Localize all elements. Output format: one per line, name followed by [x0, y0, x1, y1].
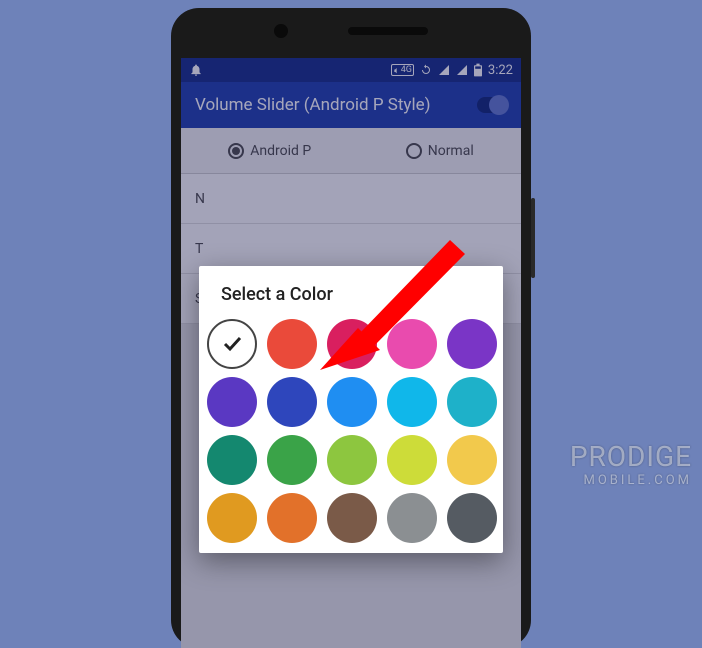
speaker-grille	[348, 27, 428, 35]
watermark-main: PRODIGE	[570, 440, 692, 473]
color-swatch[interactable]	[387, 377, 437, 427]
color-swatch[interactable]	[327, 435, 377, 485]
color-swatch[interactable]	[267, 493, 317, 543]
color-swatch[interactable]	[447, 377, 497, 427]
color-swatch[interactable]	[447, 493, 497, 543]
color-grid	[213, 319, 493, 553]
color-swatch[interactable]	[207, 493, 257, 543]
color-swatch[interactable]	[387, 319, 437, 369]
check-icon	[220, 332, 244, 356]
color-swatch[interactable]	[327, 493, 377, 543]
watermark: PRODIGE MOBILE.COM	[570, 440, 692, 488]
screen: 4G 3:22 Volume Slider (Android P Style) …	[181, 58, 521, 648]
color-swatch[interactable]	[207, 377, 257, 427]
color-swatch[interactable]	[207, 319, 257, 369]
phone-notch	[171, 24, 531, 38]
color-swatch[interactable]	[327, 319, 377, 369]
color-swatch[interactable]	[387, 435, 437, 485]
color-swatch[interactable]	[267, 319, 317, 369]
color-swatch[interactable]	[327, 377, 377, 427]
phone-side-button	[531, 198, 535, 278]
camera-dot	[274, 24, 288, 38]
color-swatch[interactable]	[387, 493, 437, 543]
watermark-sub: MOBILE.COM	[570, 473, 692, 488]
color-picker-dialog: Select a Color	[199, 266, 503, 553]
color-swatch[interactable]	[267, 377, 317, 427]
color-swatch[interactable]	[447, 319, 497, 369]
color-swatch[interactable]	[447, 435, 497, 485]
color-swatch[interactable]	[267, 435, 317, 485]
color-swatch[interactable]	[207, 435, 257, 485]
phone-frame: 4G 3:22 Volume Slider (Android P Style) …	[171, 8, 531, 648]
dialog-title: Select a Color	[221, 284, 493, 305]
